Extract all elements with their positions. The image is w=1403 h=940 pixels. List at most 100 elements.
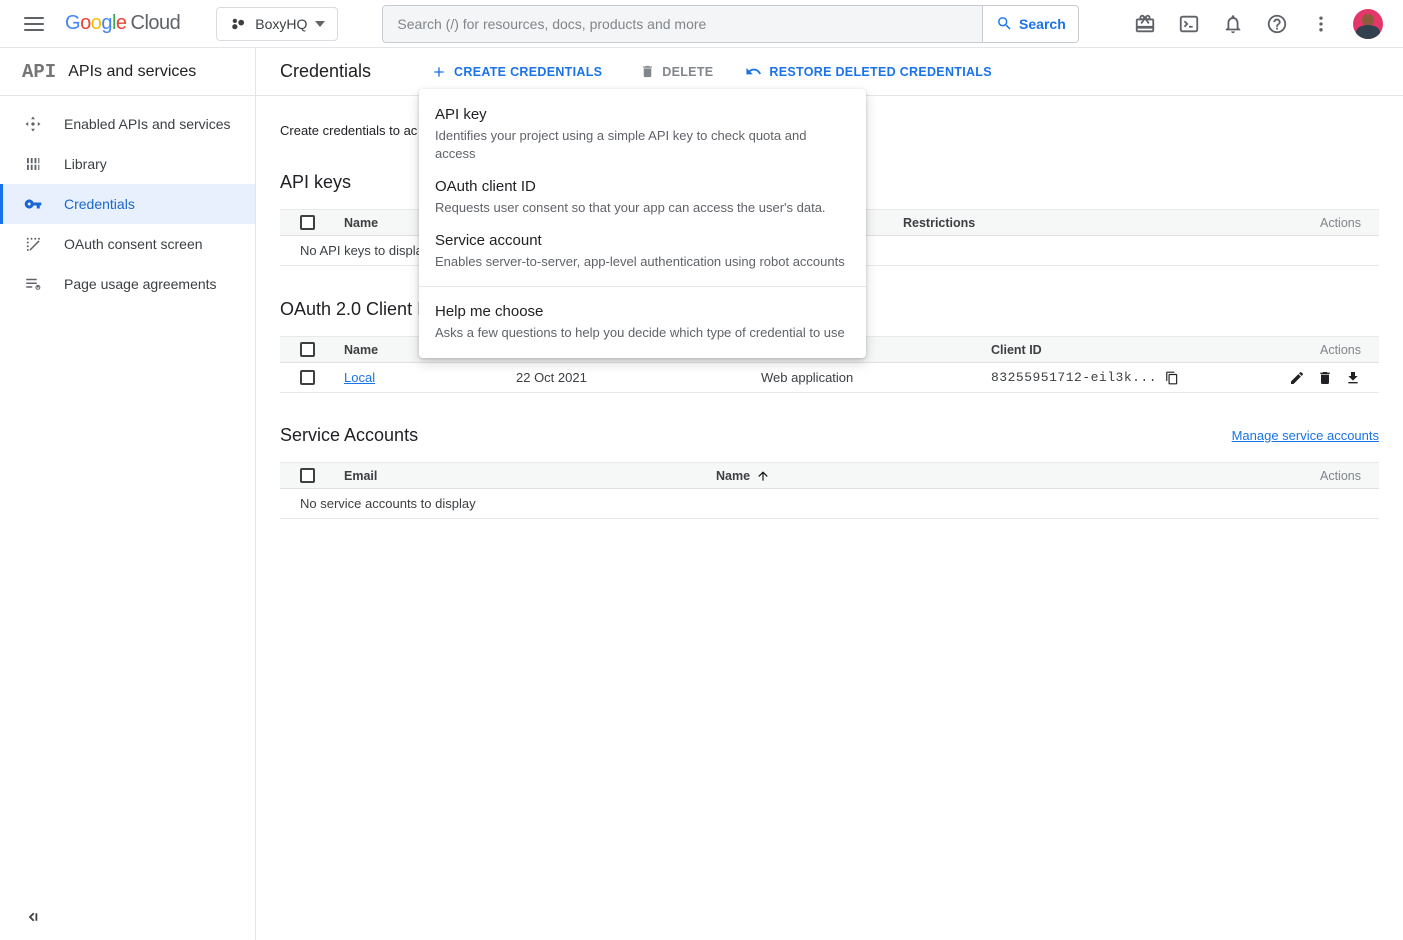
- create-credentials-label: CREATE CREDENTIALS: [454, 65, 602, 79]
- page-title: Credentials: [280, 61, 371, 82]
- sidebar: Enabled APIs and services Library Creden…: [0, 96, 256, 940]
- plus-icon: [431, 64, 447, 80]
- restore-deleted-credentials-button[interactable]: RESTORE DELETED CREDENTIALS: [745, 63, 991, 80]
- column-header-actions: Actions: [1320, 216, 1361, 230]
- menu-item-description: Requests user consent so that your app c…: [435, 199, 850, 217]
- logo-letter: g: [101, 12, 112, 34]
- select-all-checkbox[interactable]: [300, 215, 315, 230]
- google-cloud-logo[interactable]: GoogleCloud: [65, 12, 180, 35]
- sidebar-item-label: OAuth consent screen: [64, 236, 203, 252]
- sidebar-item-library[interactable]: Library: [0, 144, 255, 184]
- agreements-icon: [24, 275, 42, 293]
- sidebar-item-enabled-apis[interactable]: Enabled APIs and services: [0, 104, 255, 144]
- key-icon: [24, 195, 42, 213]
- menu-item-service-account[interactable]: Service account Enables server-to-server…: [419, 224, 866, 278]
- chevron-left-bar-icon: [24, 908, 42, 926]
- api-logo: API: [22, 61, 56, 83]
- sidebar-item-label: Library: [64, 156, 107, 172]
- service-accounts-table: Email Name Actions No service accounts t…: [280, 462, 1379, 519]
- client-id-cell: 83255951712-eil3k...: [991, 370, 1289, 385]
- avatar[interactable]: [1353, 9, 1383, 39]
- logo-letter: e: [116, 12, 127, 34]
- collapse-sidebar-button[interactable]: [24, 908, 42, 926]
- search-box: Search: [382, 5, 1079, 43]
- service-accounts-title: Service Accounts: [280, 425, 418, 446]
- menu-item-title: OAuth client ID: [435, 177, 850, 197]
- edit-icon[interactable]: [1289, 370, 1305, 386]
- sidebar-item-label: Credentials: [64, 196, 135, 212]
- create-credentials-menu: API key Identifies your project using a …: [419, 89, 866, 358]
- service-accounts-empty-row: No service accounts to display: [280, 489, 1379, 519]
- menu-divider: [419, 286, 866, 287]
- gift-icon[interactable]: [1133, 12, 1157, 36]
- column-header-name: Name: [716, 469, 1320, 483]
- create-credentials-button[interactable]: CREATE CREDENTIALS: [431, 64, 602, 80]
- menu-item-api-key[interactable]: API key Identifies your project using a …: [419, 98, 866, 170]
- kebab-icon[interactable]: [1309, 12, 1333, 36]
- search-button-label: Search: [1019, 16, 1066, 32]
- menu-item-description: Identifies your project using a simple A…: [435, 127, 850, 163]
- logo-letter: G: [65, 12, 80, 34]
- select-all-checkbox[interactable]: [300, 468, 315, 483]
- logo-cloud-text: Cloud: [131, 12, 181, 34]
- menu-item-title: API key: [435, 105, 850, 125]
- sidebar-item-label: Enabled APIs and services: [64, 116, 231, 132]
- sidebar-item-oauth-consent[interactable]: OAuth consent screen: [0, 224, 255, 264]
- sort-ascending-icon[interactable]: [756, 469, 770, 483]
- sidebar-item-page-usage[interactable]: Page usage agreements: [0, 264, 255, 304]
- search-input[interactable]: [383, 6, 982, 42]
- chevron-down-icon: [315, 21, 325, 27]
- column-header-client-id: Client ID: [991, 343, 1320, 357]
- row-checkbox[interactable]: [300, 370, 315, 385]
- table-row: Local 22 Oct 2021 Web application 832559…: [280, 363, 1379, 393]
- hamburger-menu-icon[interactable]: [24, 17, 44, 31]
- client-name-link[interactable]: Local: [344, 370, 516, 385]
- column-header-restrictions: Restrictions: [903, 216, 1320, 230]
- select-all-checkbox[interactable]: [300, 342, 315, 357]
- menu-item-oauth-client-id[interactable]: OAuth client ID Requests user consent so…: [419, 170, 866, 224]
- project-selector[interactable]: BoxyHQ: [216, 7, 338, 41]
- help-icon[interactable]: [1265, 12, 1289, 36]
- client-id-value: 83255951712-eil3k...: [991, 370, 1157, 385]
- column-header-email: Email: [344, 469, 716, 483]
- column-header-actions: Actions: [1320, 469, 1361, 483]
- column-header-actions: Actions: [1320, 343, 1361, 357]
- search-button[interactable]: Search: [982, 6, 1078, 42]
- search-icon: [996, 15, 1013, 32]
- undo-icon: [745, 63, 762, 80]
- row-actions: [1289, 370, 1361, 386]
- type-cell: Web application: [761, 370, 991, 385]
- toolbar: Credentials CREATE CREDENTIALS DELETE RE…: [256, 48, 1403, 95]
- library-icon: [24, 155, 42, 173]
- enabled-apis-icon: [24, 115, 42, 133]
- menu-item-title: Service account: [435, 231, 850, 251]
- delete-row-icon[interactable]: [1317, 370, 1333, 386]
- logo-letter: o: [91, 12, 102, 34]
- delete-button[interactable]: DELETE: [640, 64, 713, 79]
- project-icon: [229, 15, 247, 33]
- consent-screen-icon: [24, 235, 42, 253]
- service-accounts-header-row: Email Name Actions: [280, 462, 1379, 489]
- bell-icon[interactable]: [1221, 12, 1245, 36]
- sidebar-item-label: Page usage agreements: [64, 276, 217, 292]
- creation-date-cell: 22 Oct 2021: [516, 370, 761, 385]
- product-title: APIs and services: [68, 63, 196, 81]
- logo-letter: o: [80, 12, 91, 34]
- menu-item-help-me-choose[interactable]: Help me choose Asks a few questions to h…: [419, 295, 866, 349]
- menu-item-description: Asks a few questions to help you decide …: [435, 324, 850, 342]
- delete-label: DELETE: [662, 65, 713, 79]
- topbar-icons: [1133, 9, 1383, 39]
- name-label: Name: [716, 469, 750, 483]
- product-header: API APIs and services: [0, 48, 256, 95]
- google-cloud-console: GoogleCloud BoxyHQ Search: [0, 0, 1403, 940]
- trash-icon: [640, 64, 655, 79]
- manage-service-accounts-link[interactable]: Manage service accounts: [1232, 428, 1379, 443]
- restore-label: RESTORE DELETED CREDENTIALS: [769, 65, 991, 79]
- menu-item-description: Enables server-to-server, app-level auth…: [435, 253, 850, 271]
- cloud-shell-icon[interactable]: [1177, 12, 1201, 36]
- download-icon[interactable]: [1345, 370, 1361, 386]
- menu-item-title: Help me choose: [435, 302, 850, 322]
- top-bar: GoogleCloud BoxyHQ Search: [0, 0, 1403, 48]
- sidebar-item-credentials[interactable]: Credentials: [0, 184, 255, 224]
- copy-icon[interactable]: [1165, 371, 1179, 385]
